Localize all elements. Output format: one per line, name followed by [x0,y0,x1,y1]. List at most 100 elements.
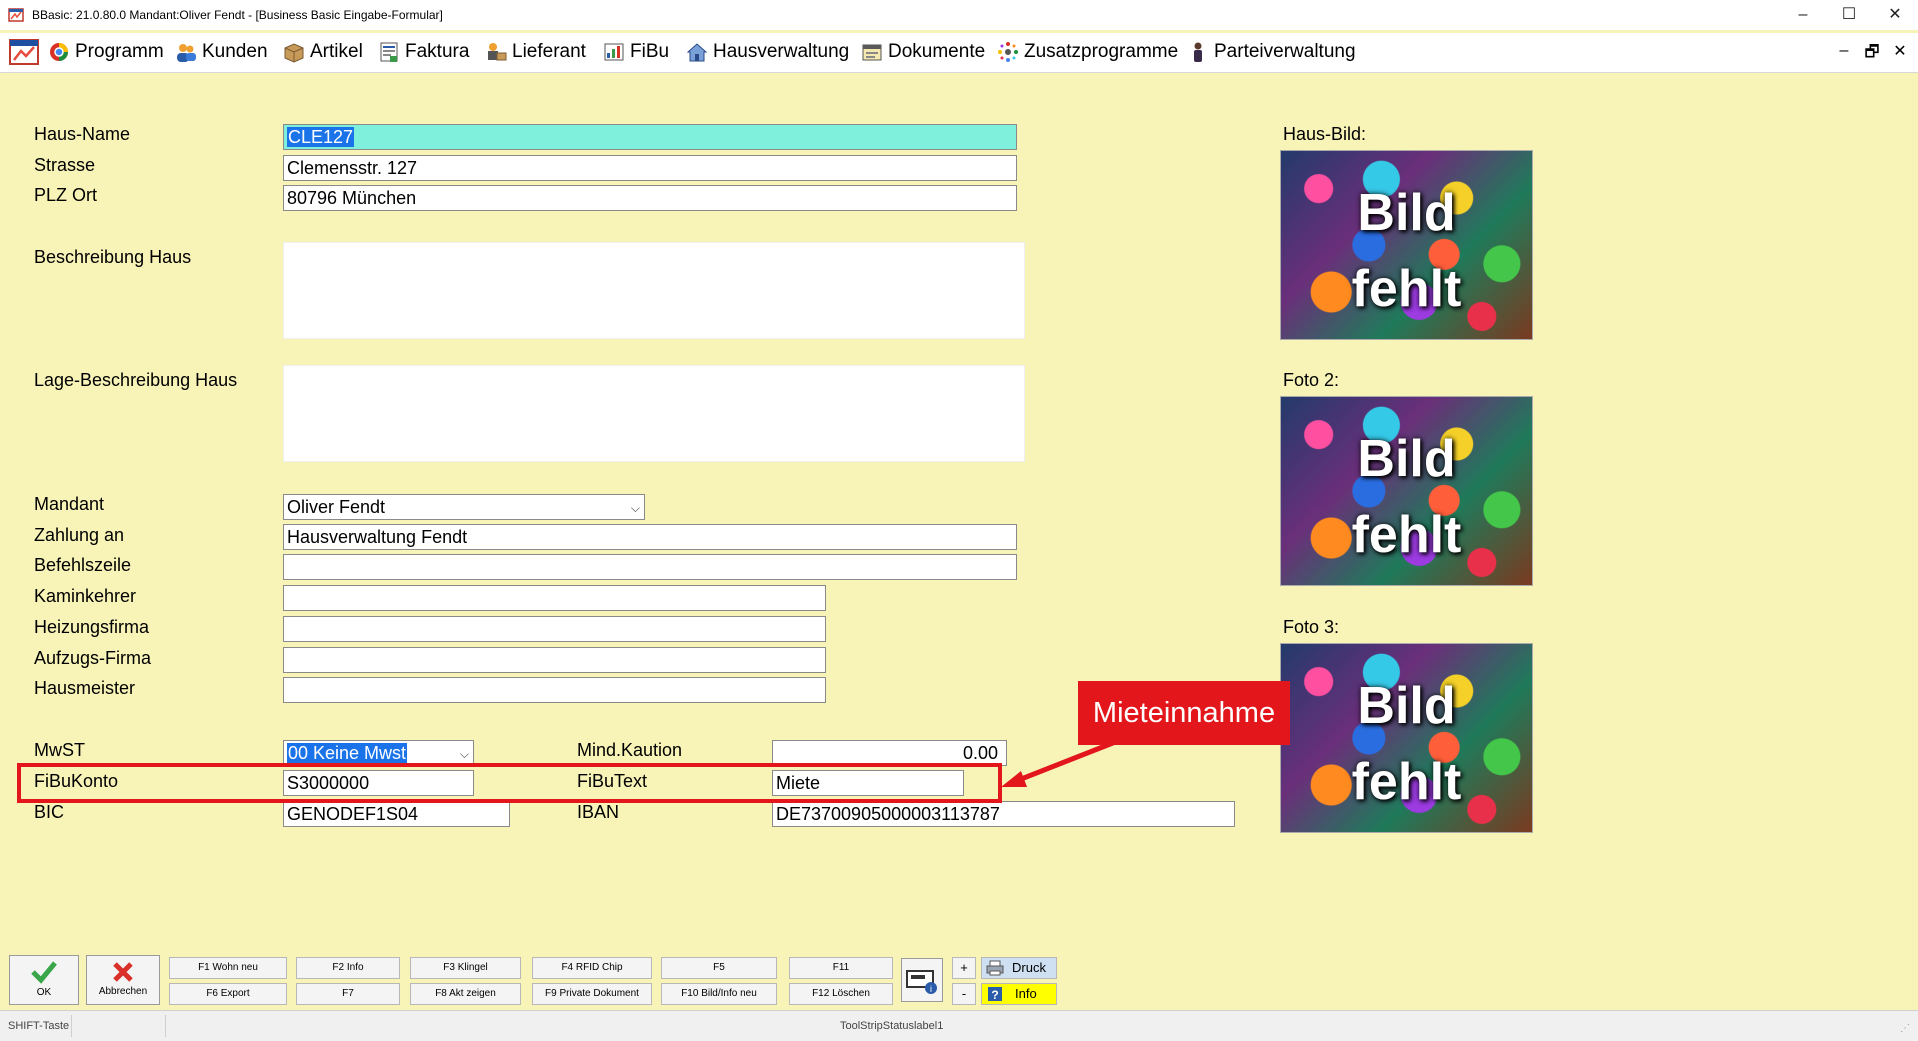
heizungsfirma-field[interactable] [283,616,826,642]
svg-text:?: ? [991,988,998,1002]
menu-programm[interactable]: Programm [48,37,164,67]
haus-bild-image[interactable]: Bild fehlt [1280,150,1533,340]
status-shift: SHIFT-Taste [4,1015,72,1037]
maximize-button[interactable]: ☐ [1826,0,1872,30]
aufzugs-firma-field[interactable] [283,647,826,673]
status-bar: SHIFT-Taste ToolStripStatuslabel1 ⋰ [0,1010,1918,1041]
foto-3-image[interactable]: Bild fehlt [1280,643,1533,833]
kaminkehrer-field[interactable] [283,585,826,611]
menu-lieferant[interactable]: Lieferant [485,37,586,67]
label-zahlung-an: Zahlung an [34,525,125,545]
f11-button[interactable]: F11 [789,957,893,979]
f5-button[interactable]: F5 [661,957,777,979]
f2-button[interactable]: F2 Info [296,957,400,979]
label-mandant: Mandant [34,494,105,514]
lage-beschreibung-textarea[interactable] [283,365,1025,462]
label-foto-3: Foto 3: [1283,617,1340,637]
strasse-field[interactable]: Clemensstr. 127 [283,155,1017,181]
menu-hausverwaltung-label: Hausverwaltung [713,41,850,62]
f6-button[interactable]: F6 Export [169,983,287,1005]
menu-bar: Programm Kunden Artikel Faktura Lieferan… [0,33,1918,73]
ok-label: OK [36,987,52,998]
zahlung-an-field[interactable]: Hausverwaltung Fendt [283,524,1017,550]
mdi-close-button[interactable]: ✕ [1890,41,1910,61]
printer-icon [986,960,1004,976]
iban-field[interactable]: DE73700905000003113787 [772,801,1235,827]
plus-button[interactable]: + [952,957,976,979]
menu-lieferant-label: Lieferant [512,41,586,62]
label-kaminkehrer: Kaminkehrer [34,586,137,606]
f12-button[interactable]: F12 Löschen [789,983,893,1005]
checkmark-icon [31,961,57,984]
hausmeister-field[interactable] [283,677,826,703]
cancel-x-icon [113,962,133,982]
bic-field[interactable]: GENODEF1S04 [283,801,510,827]
foto-2-line2: fehlt [1351,506,1462,564]
menu-zusatzprogramme[interactable]: Zusatzprogramme [997,37,1178,67]
haus-name-field[interactable]: CLE127 [283,124,1017,150]
f4-button[interactable]: F4 RFID Chip [532,957,652,979]
label-foto-2: Foto 2: [1283,370,1340,390]
foto-2-image[interactable]: Bild fehlt [1280,396,1533,586]
menu-fibu-label: FiBu [630,41,670,62]
menu-parteiverwaltung-label: Parteiverwaltung [1214,41,1356,62]
resize-grip-icon[interactable]: ⋰ [1900,1023,1910,1034]
plz-ort-field[interactable]: 80796 München [283,185,1017,211]
supplier-icon [488,43,507,61]
card-reader-icon: i [906,970,937,994]
label-mind-kaution: Mind.Kaution [577,740,683,760]
info-button[interactable]: ? Info [981,983,1057,1005]
mwst-value: 00 Keine Mwst [287,743,408,763]
menu-kunden-label: Kunden [202,41,268,62]
house-icon [686,43,708,62]
label-mwst: MwST [34,740,85,760]
menu-artikel[interactable]: Artikel [283,37,363,67]
chevron-down-icon: ⌵ [630,501,640,515]
haus-name-value: CLE127 [287,127,355,147]
mdi-restore-button[interactable]: 🗗 [1862,41,1882,68]
minus-button[interactable]: - [952,983,976,1005]
foto-3-line1: Bild [1357,677,1456,735]
menu-fibu[interactable]: FiBu [603,37,669,67]
foto-2-line1: Bild [1357,430,1456,488]
mdi-minimize-button[interactable]: – [1834,42,1854,60]
abbrechen-label: Abbrechen [98,986,148,997]
ok-button[interactable]: OK [9,955,79,1005]
close-button[interactable]: ✕ [1872,0,1918,30]
befehlszeile-field[interactable] [283,554,1017,580]
label-befehlszeile: Befehlszeile [34,555,132,575]
f9-button[interactable]: F9 Private Dokument [532,983,652,1005]
label-heizungsfirma: Heizungsfirma [34,617,150,637]
users-icon [177,44,196,62]
menu-artikel-label: Artikel [310,41,363,62]
label-iban: IBAN [577,802,620,822]
label-haus-bild: Haus-Bild: [1283,124,1367,144]
menu-hausverwaltung[interactable]: Hausverwaltung [686,37,849,67]
menu-parteiverwaltung[interactable]: Parteiverwaltung [1187,37,1356,67]
f7-button[interactable]: F7 [296,983,400,1005]
menu-faktura[interactable]: Faktura [378,37,469,67]
haus-bild-line2: fehlt [1351,260,1462,318]
menu-zusatzprogramme-label: Zusatzprogramme [1024,41,1179,62]
menu-dokumente-label: Dokumente [888,41,986,62]
chevron-down-icon: ⌵ [459,747,469,761]
scanner-button[interactable]: i [901,958,943,1002]
minimize-button[interactable]: – [1780,0,1826,30]
document-icon [862,44,882,61]
status-empty [76,1015,166,1037]
addons-icon [998,42,1018,62]
menu-dokumente[interactable]: Dokumente [861,37,985,67]
abbrechen-button[interactable]: Abbrechen [86,955,160,1005]
druck-button[interactable]: Druck [981,957,1057,979]
menu-kunden[interactable]: Kunden [175,37,268,67]
label-aufzugs-firma: Aufzugs-Firma [34,648,152,668]
f10-button[interactable]: F10 Bild/Info neu [661,983,777,1005]
f3-button[interactable]: F3 Klingel [410,957,521,979]
beschreibung-haus-textarea[interactable] [283,242,1025,339]
annotation-highlight-box [17,763,1002,803]
f1-button[interactable]: F1 Wohn neu [169,957,287,979]
app-logo-icon [9,39,39,65]
annotation-callout: Mieteinnahme [1078,681,1290,745]
mandant-dropdown[interactable]: Oliver Fendt ⌵ [283,494,645,520]
f8-button[interactable]: F8 Akt zeigen [410,983,521,1005]
